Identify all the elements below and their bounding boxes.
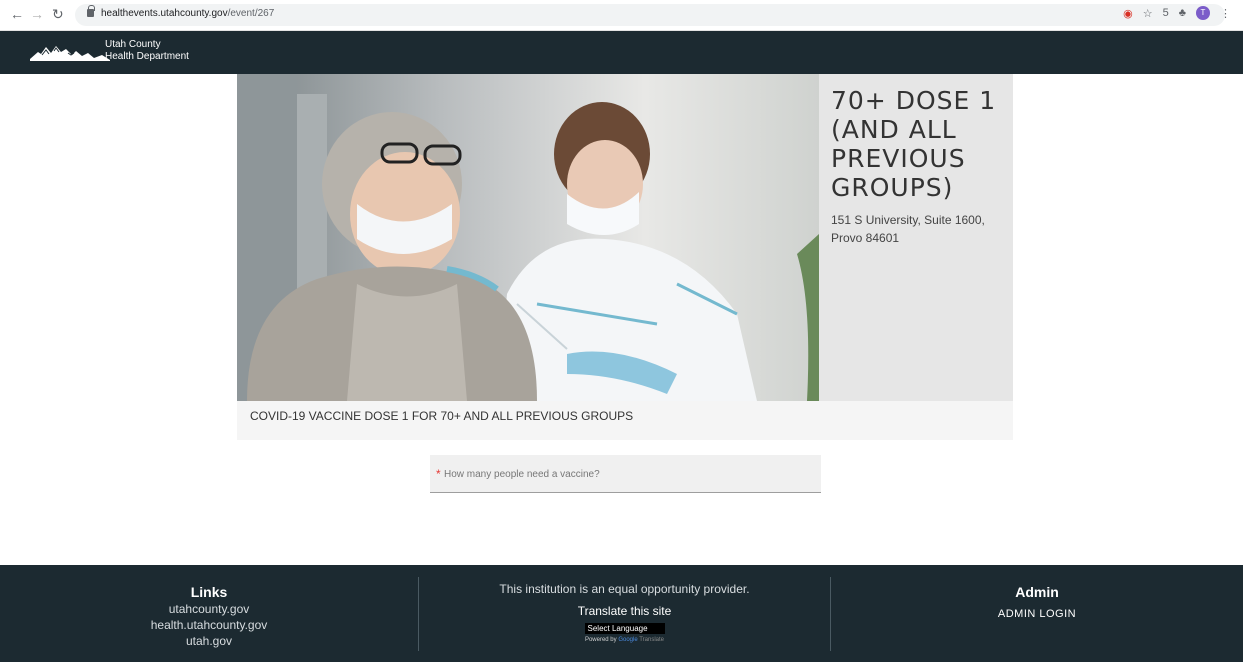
equal-opportunity-text: This institution is an equal opportunity… bbox=[499, 582, 750, 596]
bookmark-star-icon[interactable]: ☆ bbox=[1143, 7, 1153, 20]
site-header: Utah County Health Department bbox=[0, 31, 1243, 74]
site-footer: Links utahcounty.gov health.utahcounty.g… bbox=[0, 565, 1243, 662]
browser-toolbar: ← → ↻ healthevents.utahcounty.gov/event/… bbox=[0, 0, 1243, 31]
powered-by-label: Powered by bbox=[584, 637, 617, 643]
url-path: /event/267 bbox=[227, 8, 275, 19]
address-bar[interactable]: healthevents.utahcounty.gov/event/267 bbox=[75, 4, 1225, 26]
google-label[interactable]: Google bbox=[618, 637, 637, 643]
language-select[interactable]: Select Language bbox=[584, 623, 665, 634]
mountain-logo-icon[interactable] bbox=[30, 41, 112, 63]
footer-admin-title: Admin bbox=[1015, 584, 1059, 600]
event-info-panel: 70+ DOSE 1 (AND ALL PREVIOUS GROUPS) 151… bbox=[819, 74, 1013, 401]
puzzle-icon[interactable]: ♣ bbox=[1179, 7, 1186, 19]
back-arrow-icon[interactable]: ← bbox=[10, 6, 24, 22]
people-count-input[interactable] bbox=[444, 465, 814, 483]
extension-area: ◉ ☆ 5 ♣ T ⋮ bbox=[1123, 6, 1231, 20]
extension-number[interactable]: 5 bbox=[1163, 7, 1169, 19]
extension-icon[interactable]: ◉ bbox=[1123, 7, 1133, 20]
org-name-line2: Health Department bbox=[105, 51, 189, 62]
event-description-bar: COVID-19 VACCINE DOSE 1 FOR 70+ AND ALL … bbox=[237, 401, 1013, 440]
reload-icon[interactable]: ↻ bbox=[52, 6, 64, 23]
vaccination-photo-icon bbox=[237, 74, 819, 401]
url-host: healthevents.utahcounty.gov bbox=[101, 8, 228, 19]
event-address: 151 S University, Suite 1600, Provo 8460… bbox=[831, 213, 985, 245]
translate-title: Translate this site bbox=[577, 604, 672, 618]
lock-icon bbox=[87, 5, 95, 17]
footer-links-list: utahcounty.gov health.utahcounty.gov uta… bbox=[0, 601, 418, 649]
footer-translate-column: This institution is an equal opportunity… bbox=[418, 577, 831, 651]
event-hero-image bbox=[237, 74, 819, 401]
powered-by-google: Powered by Google Translate bbox=[419, 637, 830, 643]
forward-arrow-icon[interactable]: → bbox=[30, 6, 44, 22]
profile-avatar[interactable]: T bbox=[1196, 6, 1210, 20]
url-text[interactable]: healthevents.utahcounty.gov/event/267 bbox=[101, 8, 274, 19]
admin-login-link[interactable]: ADMIN LOGIN bbox=[998, 608, 1076, 620]
org-name[interactable]: Utah County Health Department bbox=[105, 39, 189, 63]
footer-admin-column: Admin ADMIN LOGIN bbox=[831, 565, 1243, 662]
translate-label[interactable]: Translate bbox=[639, 637, 664, 643]
footer-link-health[interactable]: health.utahcounty.gov bbox=[0, 617, 418, 633]
footer-link-utahcounty[interactable]: utahcounty.gov bbox=[0, 601, 418, 617]
event-description: COVID-19 VACCINE DOSE 1 FOR 70+ AND ALL … bbox=[250, 409, 634, 423]
menu-icon[interactable]: ⋮ bbox=[1220, 7, 1231, 20]
org-name-line1: Utah County bbox=[105, 39, 161, 50]
people-count-field[interactable]: * bbox=[430, 455, 821, 493]
required-asterisk: * bbox=[436, 467, 441, 481]
footer-links-title: Links bbox=[190, 584, 228, 600]
footer-links-column: Links utahcounty.gov health.utahcounty.g… bbox=[0, 565, 418, 662]
event-title: 70+ DOSE 1 (AND ALL PREVIOUS GROUPS) bbox=[831, 86, 997, 202]
footer-link-utah[interactable]: utah.gov bbox=[0, 633, 418, 649]
